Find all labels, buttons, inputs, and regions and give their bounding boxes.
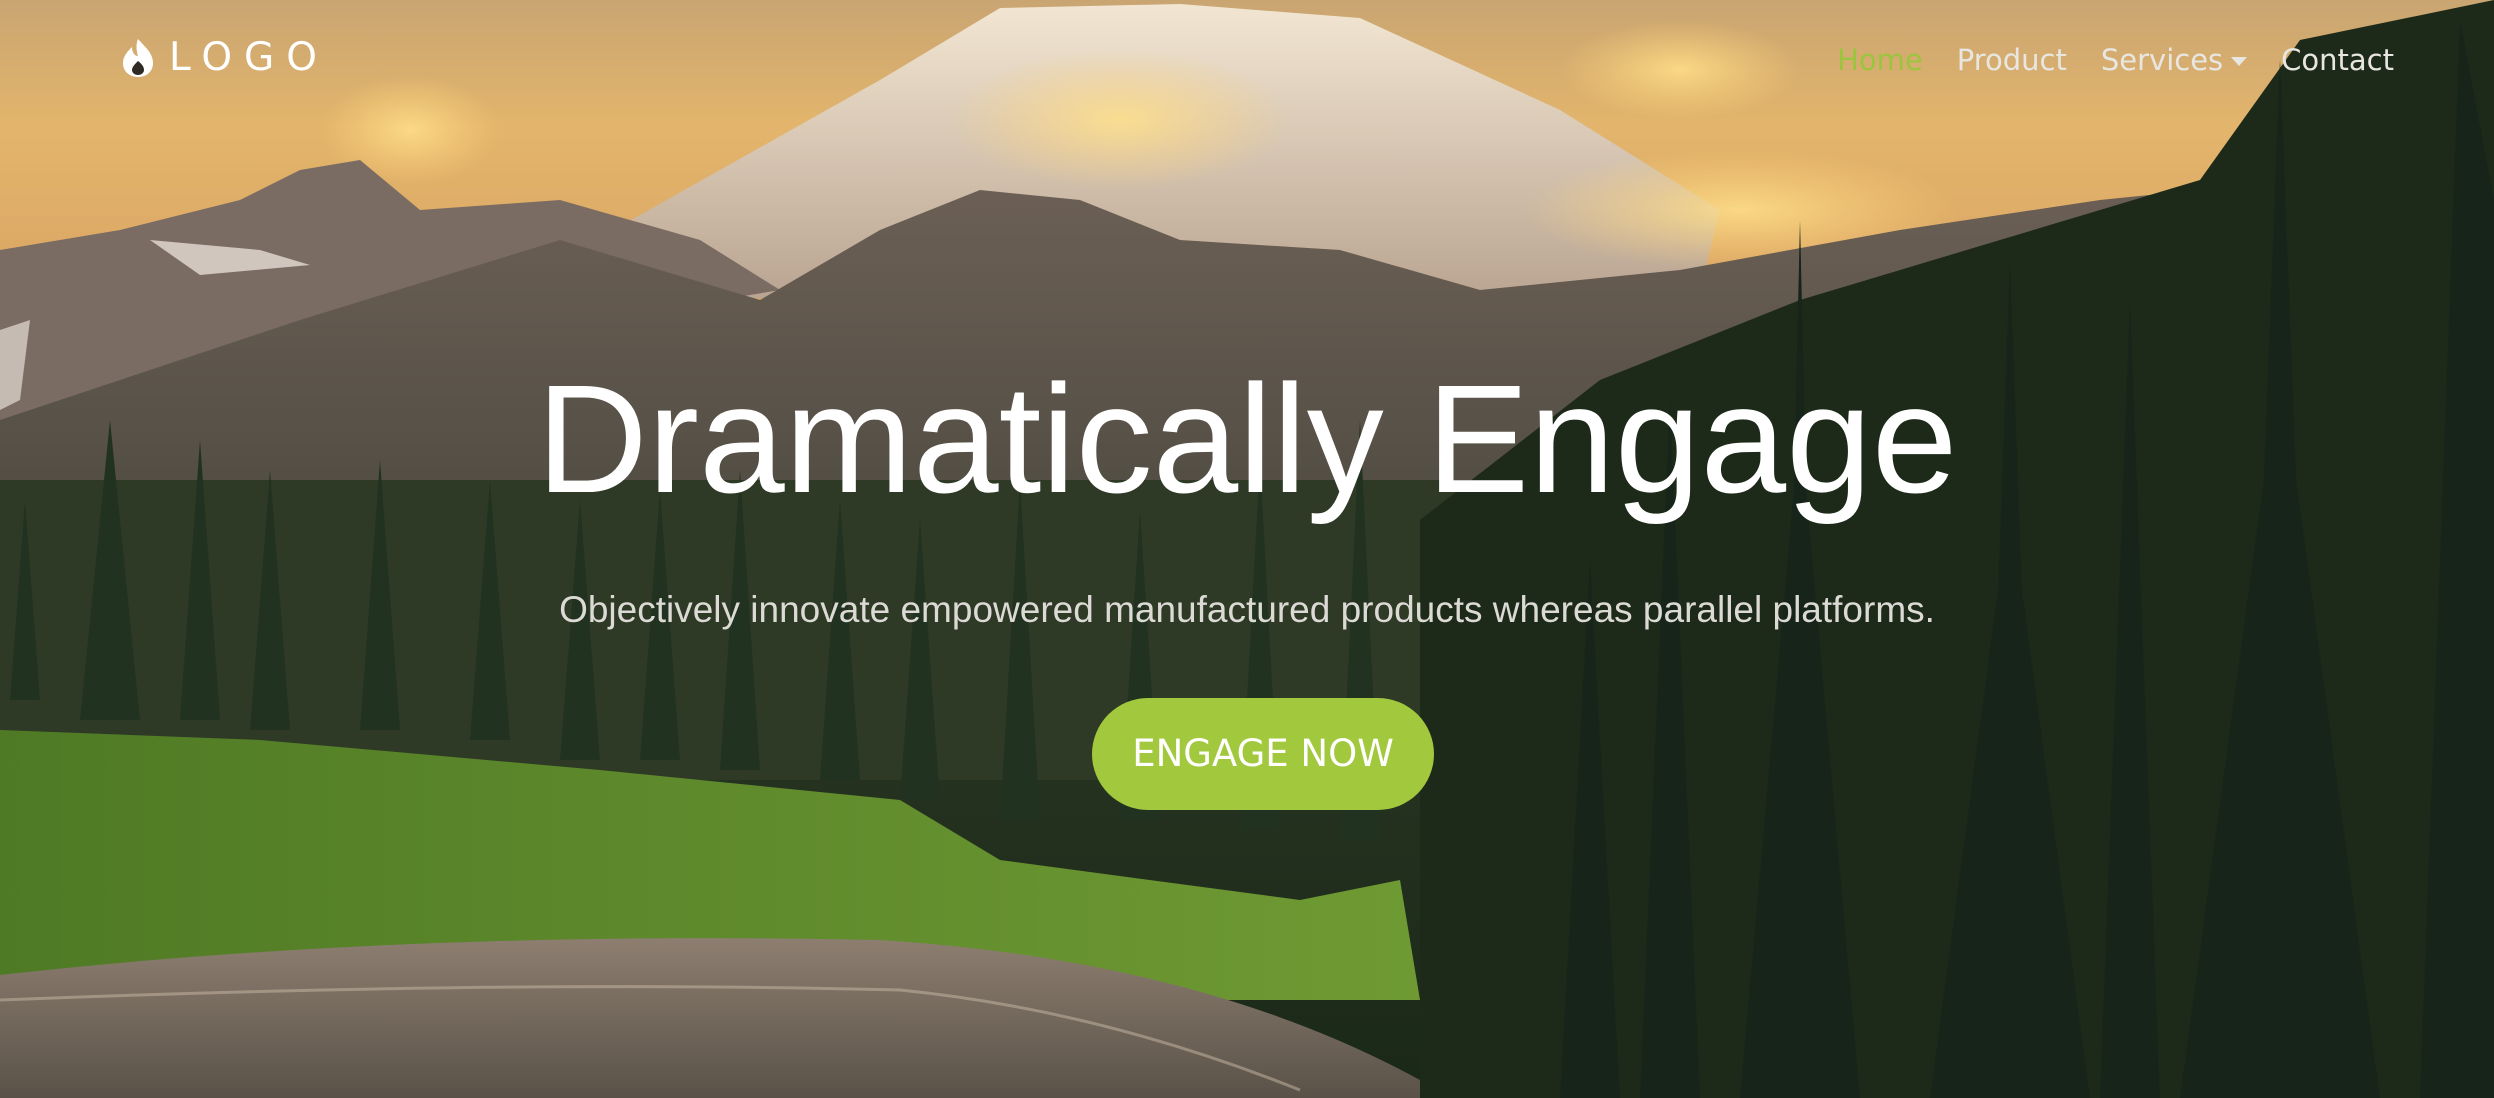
nav-item-product[interactable]: Product (1957, 38, 2067, 82)
hero-section: LOGO Home Product Services Contact Drama… (0, 0, 2494, 1098)
nav-item-services[interactable]: Services (2100, 38, 2248, 82)
logo-text: LOGO (169, 35, 329, 80)
caret-down-icon (2231, 56, 2248, 66)
engage-now-button[interactable]: ENGAGE NOW (1092, 698, 1434, 810)
flame-icon (123, 39, 153, 77)
nav-item-services-label: Services (2100, 43, 2224, 77)
nav-item-home[interactable]: Home (1837, 38, 1923, 82)
hero-title: Dramatically Engage (536, 353, 1958, 525)
main-nav: Home Product Services Contact (1803, 38, 2394, 82)
nav-item-contact[interactable]: Contact (2281, 38, 2394, 82)
hero-subtitle: Objectively innovate empowered manufactu… (559, 589, 1935, 630)
hero-background-image (0, 0, 2494, 1098)
brand-logo[interactable]: LOGO (119, 34, 329, 82)
